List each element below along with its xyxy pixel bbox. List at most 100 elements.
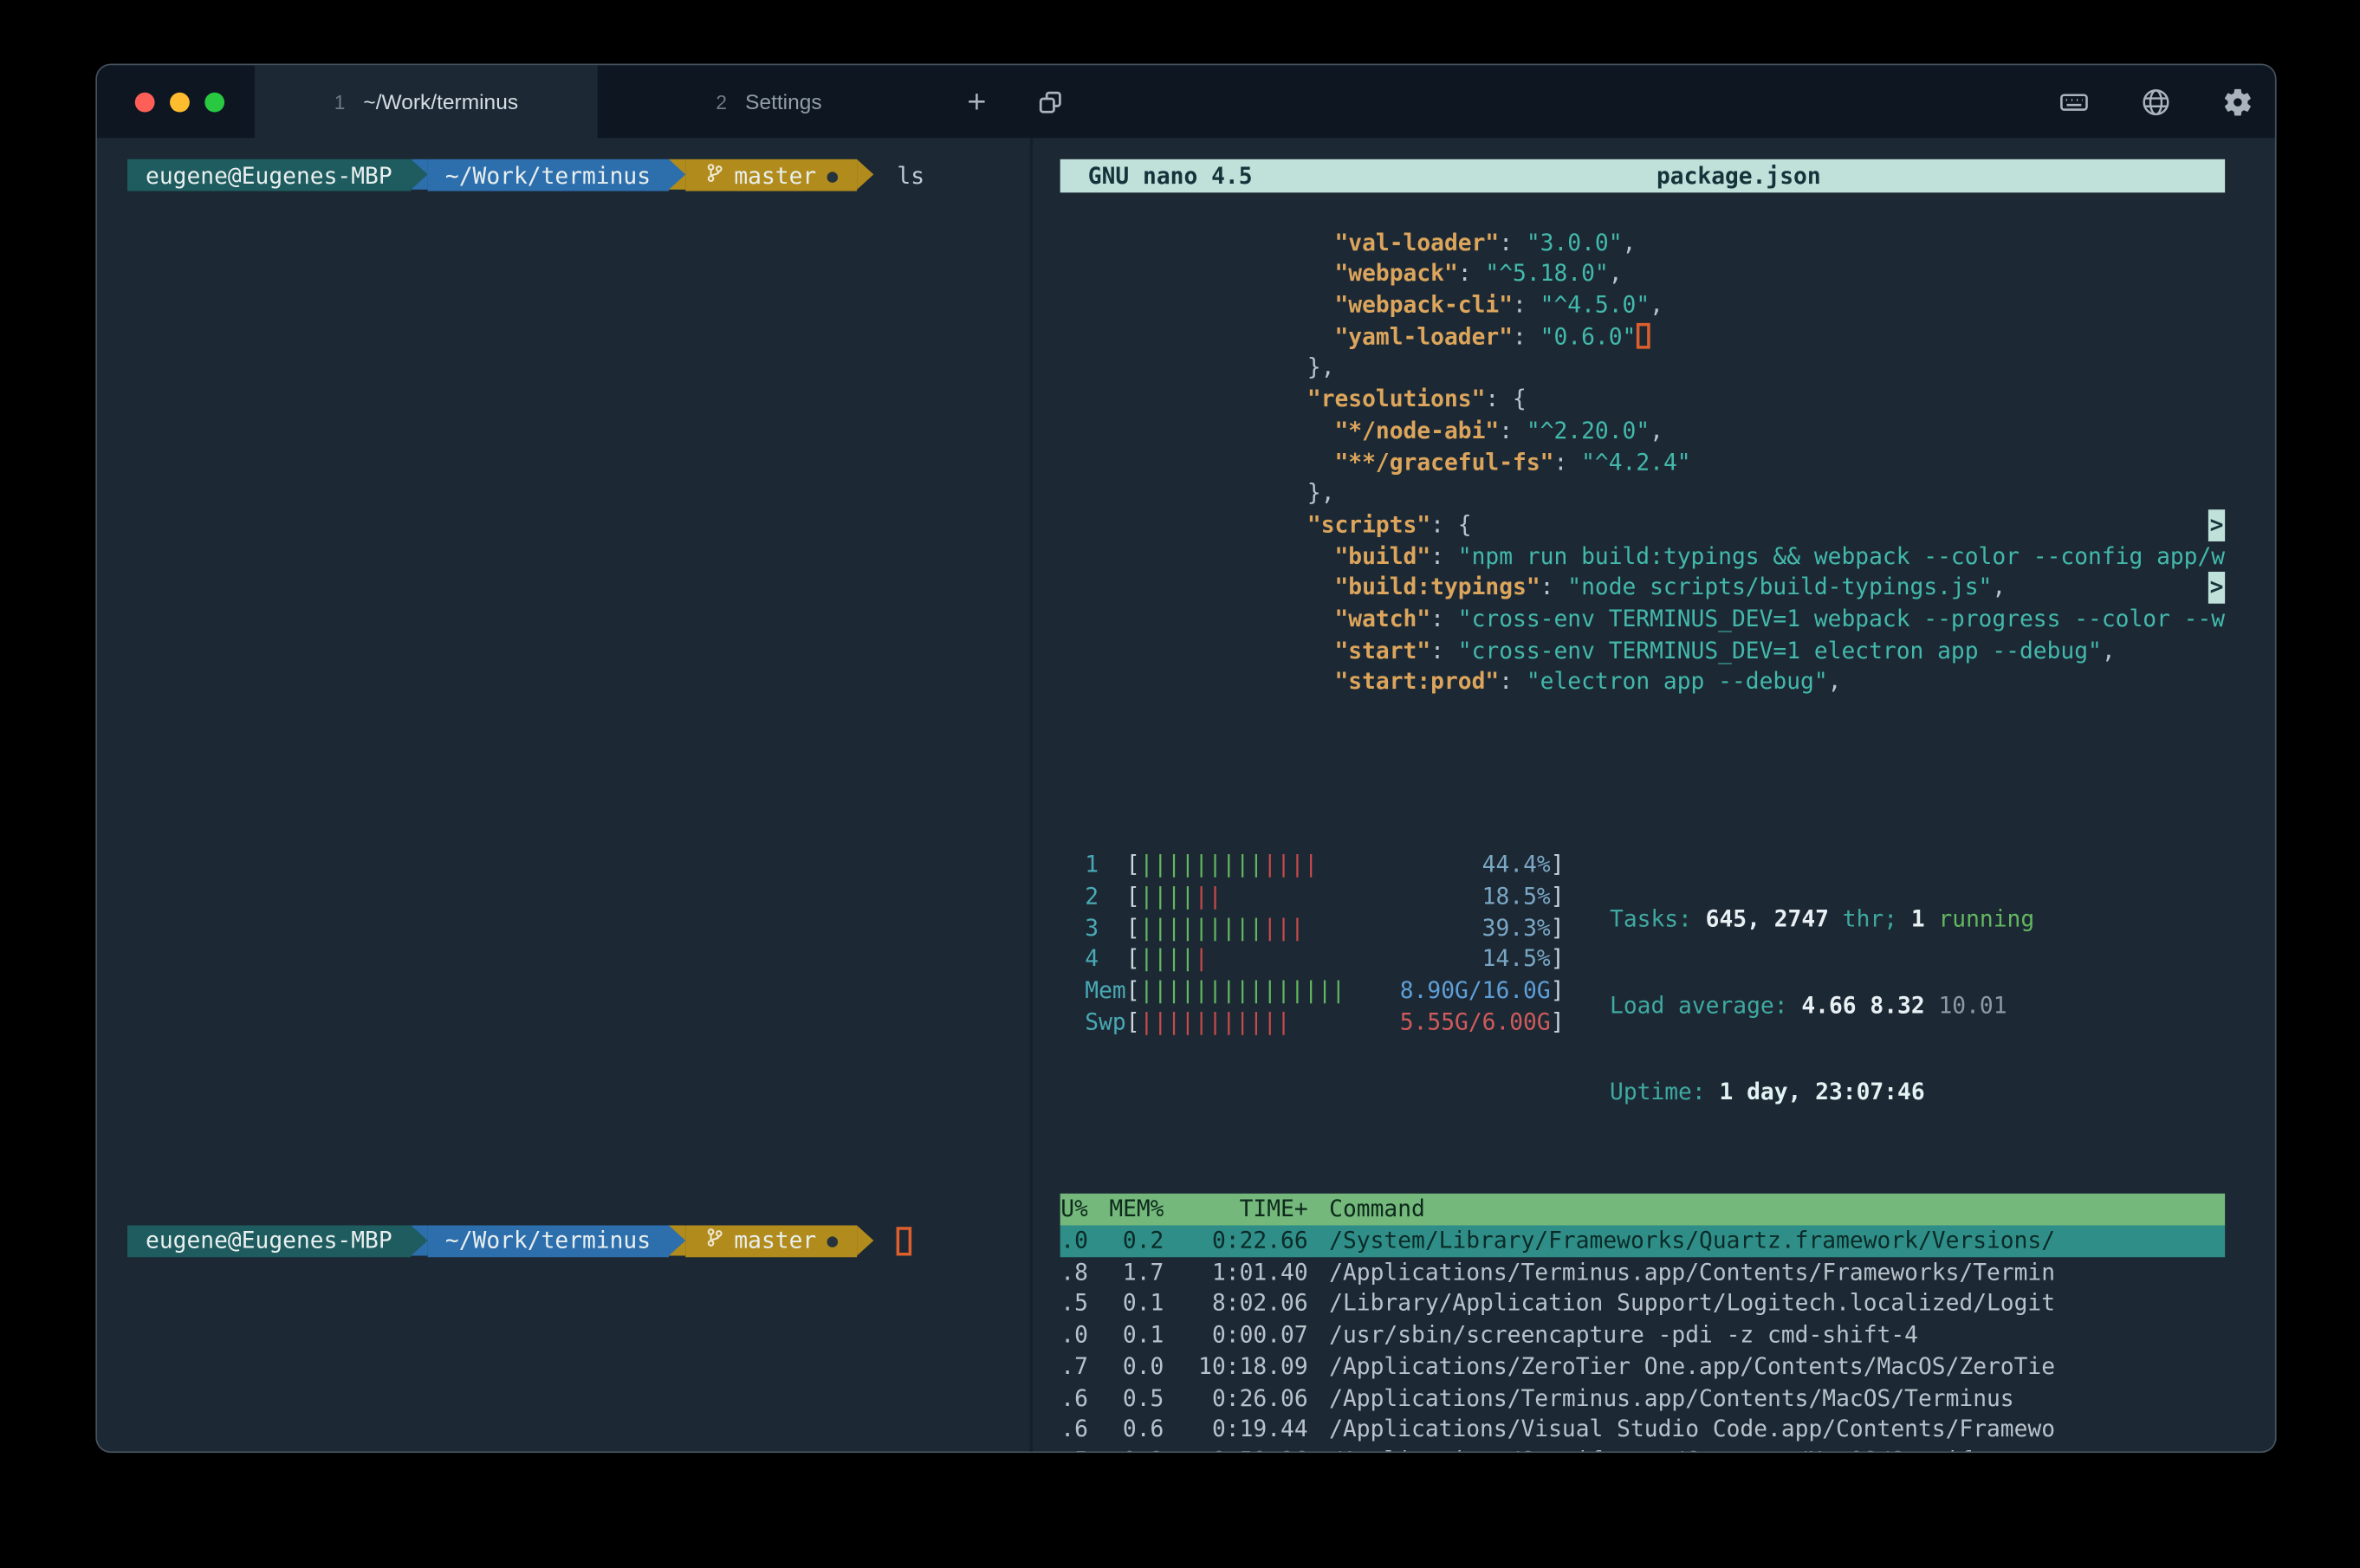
gear-icon[interactable] — [2222, 86, 2254, 118]
file-item: package.json — [127, 612, 1030, 644]
terminal-pane[interactable]: eugene@Eugenes-MBP ~/Work/terminus maste… — [97, 138, 1034, 1453]
file-item: tsconfig.json — [127, 1031, 1030, 1063]
file-item: typedoc.js — [127, 1064, 1030, 1096]
nano-line: "webpack-cli": "^4.5.0", — [1060, 258, 2225, 289]
plus-icon — [963, 88, 991, 116]
load-average-line: Load average: 4.66 8.32 10.01 — [1610, 990, 2034, 1021]
nano-line: "start": "cross-env TERMINUS_DEV=1 elect… — [1060, 604, 2225, 635]
powerline-arrow — [411, 159, 427, 190]
desktop-background: 1 ~/Work/terminus 2 Settings — [0, 0, 2360, 1568]
nano-pane[interactable]: GNU nano 4.5 package.json "val-loader": … — [1060, 159, 2225, 756]
prompt-git-segment: master ● — [685, 1225, 858, 1257]
git-dirty-dot: ● — [827, 165, 838, 186]
file-item: terminus-uac — [127, 999, 1030, 1031]
nano-line: }, — [1060, 321, 2225, 353]
line-truncated-marker: > — [2208, 509, 2225, 541]
powerline-arrow — [411, 1225, 427, 1255]
git-dirty-dot: ● — [827, 1231, 838, 1253]
git-branch-icon — [705, 1228, 723, 1255]
new-tab-button[interactable] — [940, 65, 1013, 138]
close-button[interactable] — [135, 92, 155, 112]
file-item: Terminus.code-workspace — [127, 321, 1030, 353]
duplicate-tab-button[interactable] — [1013, 65, 1086, 138]
nano-line: "val-loader": "3.0.0", — [1060, 196, 2225, 227]
meter-row: 2 [||||||18.5%] — [1085, 881, 1564, 912]
process-row: .5 0.1 8:02.06 /Library/Application Supp… — [1060, 1288, 2225, 1319]
git-branch-name: master — [734, 1228, 816, 1255]
uptime-line: Uptime: 1 day, 23:07:46 — [1610, 1076, 2034, 1107]
tab-title: Settings — [745, 89, 822, 113]
tab[interactable]: 2 Settings — [598, 65, 941, 138]
nano-shortcut: ^TTo Spell — [1992, 724, 2225, 756]
process-row: .5 0.3 8:59.26 /Applications/Spotify.app… — [1060, 1445, 2225, 1453]
powerline-arrow — [858, 159, 874, 190]
file-item: docs — [127, 483, 1030, 515]
git-branch-icon — [705, 162, 723, 190]
process-row: .8 1.7 1:01.40 /Applications/Terminus.ap… — [1060, 1257, 2225, 1288]
json-key: "start:prod" — [1335, 668, 1500, 696]
tab[interactable]: 1 ~/Work/terminus — [255, 65, 598, 138]
tab-index: 2 — [716, 90, 727, 113]
process-row: .6 0.5 0:26.06 /Applications/Terminus.ap… — [1060, 1383, 2225, 1414]
prompt-path-segment: ~/Work/terminus — [427, 159, 669, 191]
file-item: sentry.properties — [127, 709, 1030, 741]
tab-index: 1 — [334, 90, 346, 113]
prompt-path: ~/Work/terminus — [445, 1228, 651, 1255]
nano-line: "watch": "cross-env TERMINUS_DEV=1 webpa… — [1060, 572, 2225, 603]
nano-line: "yaml-loader": "0.6.0" — [1060, 289, 2225, 321]
file-item: terminus-serial — [127, 870, 1030, 902]
traffic-lights — [97, 65, 255, 138]
file-item: README.md — [127, 288, 1030, 321]
process-row: .7 0.0 10:18.09 /Applications/ZeroTier O… — [1060, 1351, 2225, 1382]
powerline-arrow — [669, 159, 685, 190]
file-item: terminus-settings — [127, 902, 1030, 934]
line-truncated-marker: > — [2208, 572, 2225, 603]
prompt-user-segment: eugene@Eugenes-MBP — [127, 159, 411, 191]
file-item: extras — [127, 547, 1030, 579]
nano-line: "scripts": { — [1060, 478, 2225, 509]
minimize-button[interactable] — [170, 92, 190, 112]
globe-icon[interactable] — [2140, 86, 2172, 118]
powerline-arrow — [669, 1225, 685, 1255]
prompt-path-segment: ~/Work/terminus — [427, 1225, 669, 1257]
prompt-user: eugene@Eugenes-MBP — [146, 1228, 392, 1255]
process-table: U% MEM% TIME+ Command .0 0.2 0:22.66 — [1060, 1194, 2225, 1453]
git-branch-name: master — [734, 162, 816, 190]
file-item: yarn-error.log — [127, 1161, 1030, 1193]
nano-filename: package.json — [1253, 159, 2226, 193]
meter-row: Swp[|||||||||||5.55G/6.00G] — [1085, 1007, 1564, 1038]
file-item: LICENSE — [127, 256, 1030, 288]
nano-shortcut: ^RRead File — [1293, 724, 1527, 756]
tasks-line: Tasks: 645, 2747 thr; 1 running — [1610, 904, 2034, 936]
nano-line: "start:prod": "electron app --debug", — [1060, 635, 2225, 666]
nano-shortcut: ^JJustify — [1992, 692, 2225, 724]
htop-pane[interactable]: 1 [|||||||||||||44.4%] 2 [||||||18.5%] 3… — [1060, 850, 2225, 1453]
json-value: "electron app --debug" — [1527, 668, 1828, 696]
right-split-pane[interactable]: GNU nano 4.5 package.json "val-loader": … — [1034, 138, 2275, 1453]
titlebar[interactable]: 1 ~/Work/terminus 2 Settings — [97, 65, 2275, 138]
prompt-user-segment: eugene@Eugenes-MBP — [127, 1225, 411, 1257]
meter-row: 3 [||||||||||||39.3%] — [1085, 912, 1564, 943]
file-item: terminus-ssh — [127, 935, 1030, 967]
prompt-path: ~/Work/terminus — [445, 162, 651, 190]
meter-row: 4 [|||||14.5%] — [1085, 944, 1564, 975]
nano-line: "*/node-abi": "^2.20.0", — [1060, 384, 2225, 415]
file-item: appveyor.yml — [127, 386, 1030, 418]
prompt-line: eugene@Eugenes-MBP ~/Work/terminus maste… — [127, 1225, 1030, 1257]
system-summary: Tasks: 645, 2747 thr; 1 running Load ave… — [1610, 850, 2034, 1163]
keyboard-icon[interactable] — [2059, 86, 2091, 118]
nano-line: "build": "npm run build:typings && webpa… — [1060, 509, 2225, 541]
prompt-user: eugene@Eugenes-MBP — [146, 162, 392, 190]
nano-shortcut: ^UPaste Text — [1760, 724, 1993, 756]
nano-line: "build:typings": "node scripts/build-typ… — [1060, 541, 2225, 572]
file-item: app — [127, 353, 1030, 386]
zoom-button[interactable] — [204, 92, 224, 112]
terminus-window: 1 ~/Work/terminus 2 Settings — [95, 64, 2276, 1454]
file-item: terminus-terminal — [127, 967, 1030, 999]
file-item: electron-builder.yml — [127, 515, 1030, 547]
file-item: HACKING.md — [127, 224, 1030, 256]
meter-row: Mem[|||||||||||||||8.90G/16.0G] — [1085, 975, 1564, 1007]
file-item: CODE_OF_CONDUCT.md — [127, 191, 1030, 224]
nano-version: GNU nano 4.5 — [1060, 159, 1252, 193]
process-row: .6 0.6 0:19.44 /Applications/Visual Stud… — [1060, 1414, 2225, 1445]
